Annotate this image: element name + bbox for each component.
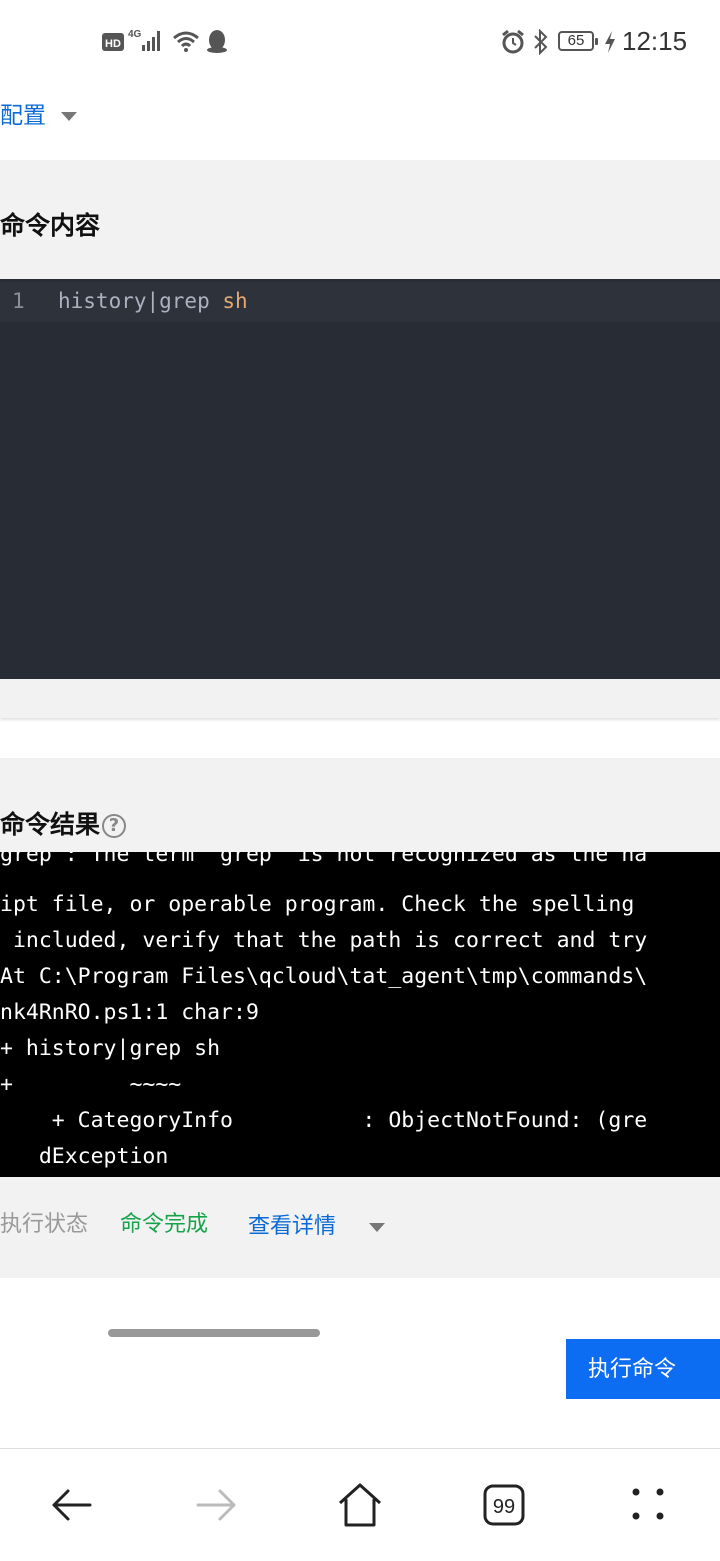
clock: 12:15 (622, 26, 688, 56)
qq-icon (207, 30, 227, 53)
tabs-count: 99 (493, 1496, 515, 1518)
browser-nav-bar: 99 (0, 1448, 720, 1561)
config-label: 配置 (0, 103, 46, 129)
config-dropdown[interactable]: 配置 (0, 96, 78, 130)
output-line: dException (0, 1144, 169, 1169)
view-details-label: 查看详情 (248, 1214, 337, 1239)
output-line: At C:\Program Files\qcloud\tat_agent\tmp… (0, 964, 648, 989)
output-line: nk4RnRO.ps1:1 char:9 (0, 1000, 259, 1025)
tabs-icon[interactable]: 99 (474, 1475, 534, 1535)
scroll-handle[interactable] (108, 1329, 320, 1337)
line-number: 1 (12, 289, 25, 313)
back-icon[interactable] (42, 1475, 102, 1535)
forward-icon[interactable] (186, 1475, 246, 1535)
home-icon[interactable] (330, 1475, 390, 1535)
output-line: grep : The term 'grep' is not recognized… (0, 852, 648, 867)
hd-icon: HD (102, 33, 124, 51)
chevron-down-icon (61, 112, 78, 121)
svg-text:4G: 4G (128, 29, 142, 40)
output-line: + history|grep sh (0, 1036, 221, 1061)
more-icon[interactable] (618, 1475, 678, 1535)
bluetooth-icon (534, 29, 548, 55)
svg-text:HD: HD (105, 38, 121, 50)
charging-icon (605, 31, 615, 53)
exec-status-value: 命令完成 (120, 1212, 209, 1237)
exec-status-label: 执行状态 (0, 1212, 89, 1237)
status-bar: HD 4G 65 12:15 (0, 0, 720, 84)
chevron-down-icon (369, 1222, 386, 1232)
command-output[interactable]: grep : The term 'grep' is not recognized… (0, 852, 720, 1177)
code-line[interactable]: history|grep sh (58, 289, 248, 313)
code-keyword: sh (222, 289, 248, 313)
signal-icon: 4G (128, 29, 160, 51)
wifi-icon (173, 31, 199, 52)
output-line: + ~~~~ (0, 1072, 182, 1097)
code-text: history|grep (58, 289, 223, 313)
command-content-title: 命令内容 (0, 211, 101, 240)
alarm-icon (502, 29, 524, 54)
battery-icon: 65 (558, 31, 598, 51)
help-icon[interactable]: ? (102, 814, 127, 838)
view-details-link[interactable]: 查看详情 (248, 1208, 386, 1240)
code-editor[interactable] (0, 279, 720, 679)
command-result-title: 命令结果 (0, 810, 101, 839)
output-line: ipt file, or operable program. Check the… (0, 892, 635, 917)
output-line: included, verify that the path is correc… (0, 928, 648, 953)
command-result-header: 命令结果? (0, 805, 127, 841)
execute-command-button[interactable]: 执行命令 (566, 1339, 720, 1399)
output-line: + CategoryInfo : ObjectNotFound: (gre (0, 1108, 648, 1133)
